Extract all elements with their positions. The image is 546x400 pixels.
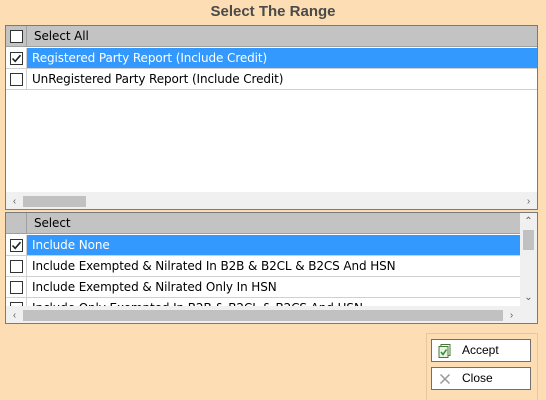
option-list-hscrollbar[interactable]: ‹ ›: [6, 306, 520, 323]
exempted-hsn-checkbox[interactable]: [10, 281, 23, 294]
chevron-left-icon[interactable]: ‹: [6, 193, 23, 209]
unregistered-report-checkbox[interactable]: [10, 73, 23, 86]
option-item-exempted-hsn[interactable]: Include Exempted & Nilrated Only In HSN: [6, 277, 520, 298]
include-none-label[interactable]: Include None: [32, 235, 110, 256]
chevron-left-icon[interactable]: ‹: [6, 307, 23, 323]
accept-button[interactable]: Accept: [431, 339, 531, 362]
option-list-vscrollbar[interactable]: ⌃ ⌄: [520, 213, 537, 306]
check-icon: [11, 54, 22, 63]
x-icon: [437, 371, 453, 387]
exempted-all-checkbox[interactable]: [10, 260, 23, 273]
chevron-up-icon[interactable]: ⌃: [520, 213, 537, 230]
dialog-title: Select The Range: [210, 3, 336, 20]
include-none-checkbox[interactable]: [10, 239, 23, 252]
chevron-down-icon[interactable]: ⌄: [520, 289, 537, 306]
unregistered-report-label[interactable]: UnRegistered Party Report (Include Credi…: [32, 69, 283, 90]
option-list-hscroll-thumb[interactable]: [23, 310, 503, 321]
chevron-right-icon[interactable]: ›: [503, 307, 520, 323]
option-item-none[interactable]: Include None: [6, 235, 520, 256]
exempted-hsn-label[interactable]: Include Exempted & Nilrated Only In HSN: [32, 277, 277, 298]
report-item-unregistered[interactable]: UnRegistered Party Report (Include Credi…: [6, 69, 537, 90]
accept-label: Accept: [462, 343, 499, 357]
check-icon: [11, 241, 22, 250]
action-button-group: Accept Close: [426, 333, 538, 400]
close-label: Close: [462, 371, 493, 385]
report-list-hscroll-thumb[interactable]: [23, 196, 86, 207]
select-all-checkbox[interactable]: [10, 30, 23, 43]
report-list-panel: Select All Registered Party Report (Incl…: [5, 25, 538, 210]
option-list-panel: Select Include None Include Exempted & N…: [5, 212, 538, 324]
registered-report-label[interactable]: Registered Party Report (Include Credit): [32, 48, 267, 69]
document-check-icon: [437, 343, 453, 359]
close-button[interactable]: Close: [431, 367, 531, 390]
option-list-header: Select: [6, 213, 520, 234]
report-item-registered[interactable]: Registered Party Report (Include Credit): [6, 48, 537, 69]
select-all-label[interactable]: Select All: [34, 26, 89, 47]
exempted-all-label[interactable]: Include Exempted & Nilrated In B2B & B2C…: [32, 256, 396, 277]
registered-report-checkbox[interactable]: [10, 52, 23, 65]
option-list-vscroll-thumb[interactable]: [523, 230, 534, 250]
option-list-header-label: Select: [34, 216, 71, 230]
report-list-header: Select All: [6, 26, 537, 47]
chevron-right-icon[interactable]: ›: [520, 193, 537, 209]
option-item-exempted-all[interactable]: Include Exempted & Nilrated In B2B & B2C…: [6, 256, 520, 277]
report-list-hscrollbar[interactable]: ‹ ›: [6, 192, 537, 209]
scroll-corner: [520, 306, 537, 323]
